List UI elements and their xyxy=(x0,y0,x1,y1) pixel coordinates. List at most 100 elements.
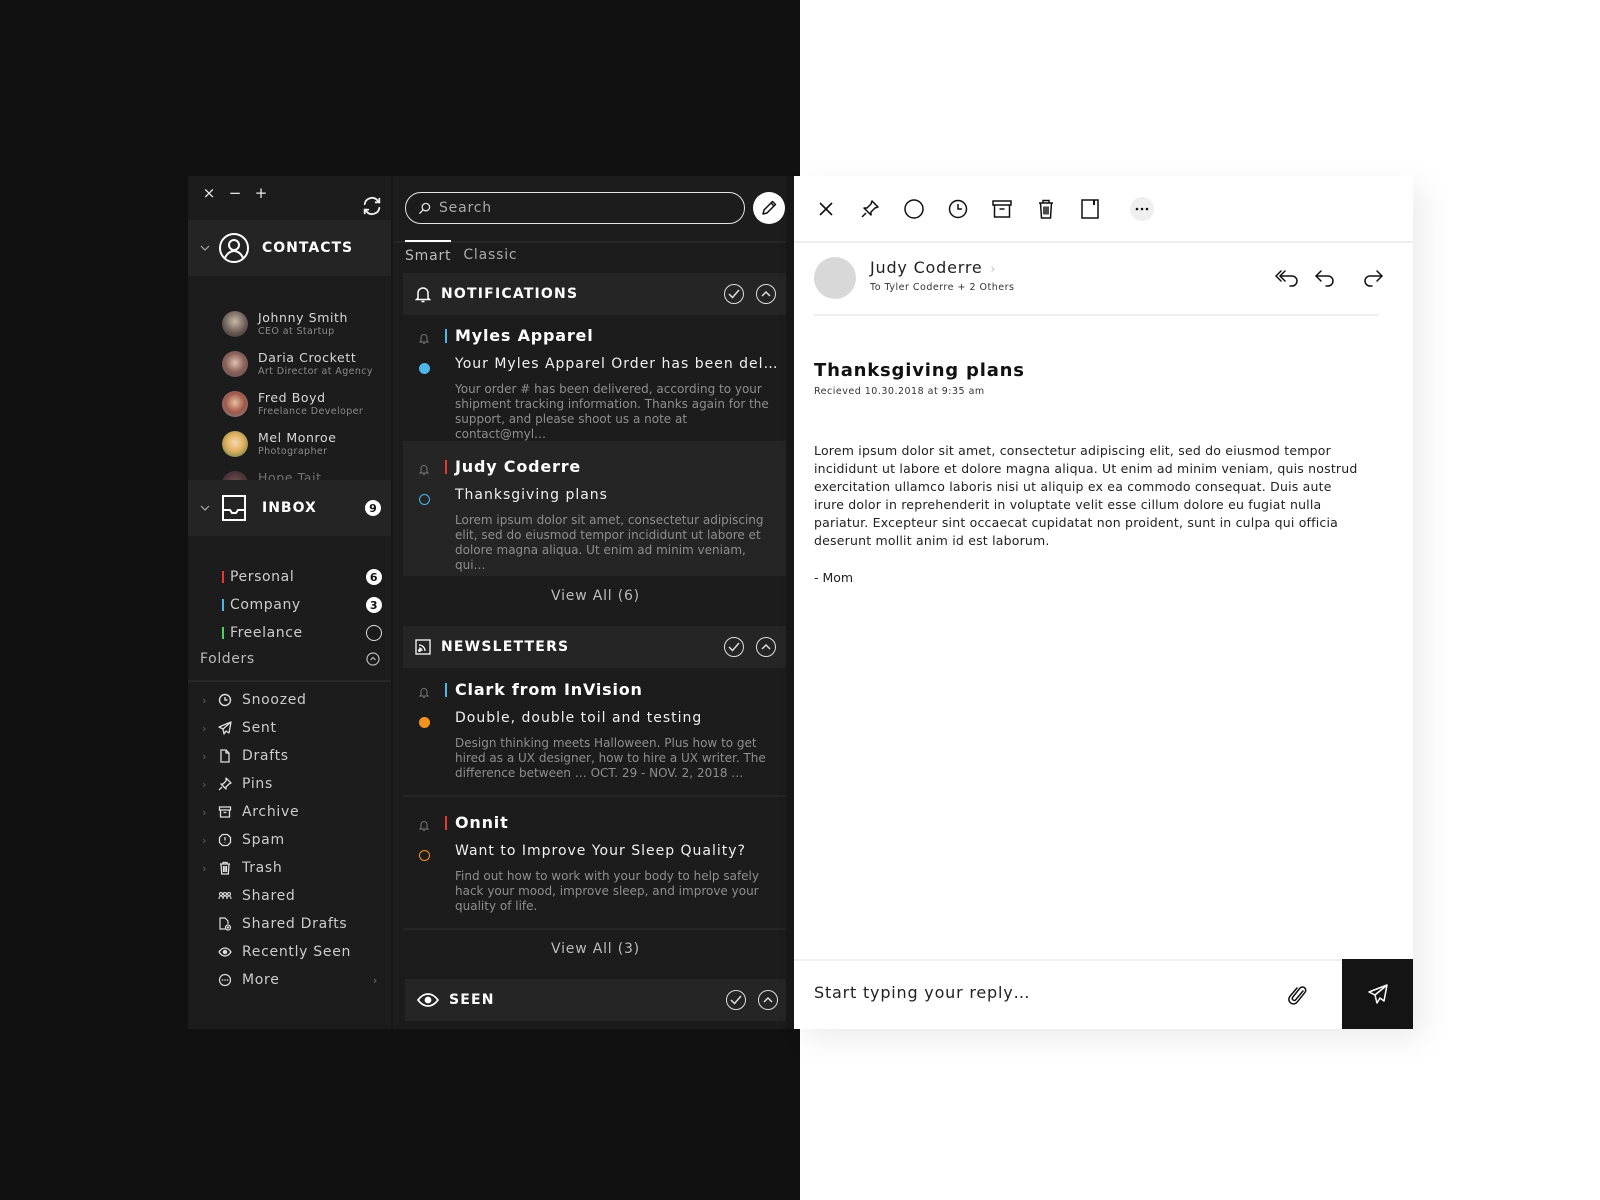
folder-recently-seen[interactable]: Recently Seen xyxy=(202,938,382,966)
close-message-button[interactable] xyxy=(814,197,838,221)
minimize-window-button[interactable]: − xyxy=(228,184,242,202)
mail-item[interactable]: Onnit Want to Improve Your Sleep Quality… xyxy=(403,813,786,923)
send-button[interactable] xyxy=(1342,959,1413,1029)
reply-composer xyxy=(794,959,1413,1029)
bell-icon xyxy=(419,334,429,344)
mail-item[interactable]: Clark from InVision Double, double toil … xyxy=(403,680,786,790)
chevron-right-icon: › xyxy=(990,262,997,276)
close-window-button[interactable]: × xyxy=(202,184,216,202)
mark-all-read-button[interactable] xyxy=(724,637,744,657)
mark-all-read-button[interactable] xyxy=(724,284,744,304)
clock-icon xyxy=(948,199,968,218)
collapse-group-button[interactable] xyxy=(756,637,776,657)
message-signature: - Mom xyxy=(814,570,854,585)
contact-item[interactable]: Fred Boyd Freelance Developer xyxy=(222,384,373,424)
pin-button[interactable] xyxy=(858,197,882,221)
folder-shared[interactable]: Shared xyxy=(202,882,382,910)
avatar xyxy=(222,311,248,337)
close-icon xyxy=(819,201,833,216)
maximize-window-button[interactable]: + xyxy=(254,184,268,202)
chevron-right-icon: › xyxy=(202,721,208,735)
folder-trash[interactable]: › Trash xyxy=(202,854,382,882)
unread-dot xyxy=(419,717,430,728)
folder-shared-drafts[interactable]: Shared Drafts xyxy=(202,910,382,938)
mark-all-read-button[interactable] xyxy=(726,990,746,1010)
move-to-folder-button[interactable] xyxy=(1078,197,1102,221)
mail-subject: Thanksgiving plans xyxy=(455,487,608,503)
more-options-button[interactable] xyxy=(1130,196,1154,221)
contacts-section-header[interactable]: CONTACTS xyxy=(188,220,391,276)
reading-pane: Judy Coderre › To Tyler Coderre + 2 Other… xyxy=(794,176,1413,1029)
mail-sender: Judy Coderre xyxy=(455,457,582,476)
refresh-button[interactable] xyxy=(361,195,383,217)
mail-item[interactable]: Myles Apparel Your Myles Apparel Order h… xyxy=(403,326,786,441)
group-title: NEWSLETTERS xyxy=(441,639,570,655)
inbox-count-badge: 9 xyxy=(365,500,381,516)
contact-name: Fred Boyd xyxy=(258,390,326,405)
mail-preview: Lorem ipsum dolor sit amet, consectetur … xyxy=(455,513,764,572)
view-all-notifications-link[interactable]: View All (6) xyxy=(403,588,786,604)
compose-button[interactable] xyxy=(753,192,785,224)
avatar xyxy=(222,431,248,457)
recipients[interactable]: To Tyler Coderre + 2 Others xyxy=(870,282,1014,293)
shared-document-icon xyxy=(219,917,232,931)
label-company[interactable]: Company 3 xyxy=(222,591,382,619)
folders-header[interactable]: Folders xyxy=(200,651,380,667)
label-name: Freelance xyxy=(230,625,303,641)
mark-unread-button[interactable] xyxy=(902,197,926,221)
reply-button[interactable] xyxy=(1313,266,1337,290)
chevron-up-circle-icon[interactable] xyxy=(366,652,380,666)
contact-item[interactable]: Daria Crockett Art Director at Agency xyxy=(222,344,373,384)
eye-icon xyxy=(218,947,232,957)
divider xyxy=(403,795,786,797)
tab-classic[interactable]: Classic xyxy=(463,241,517,264)
message-toolbar xyxy=(794,176,1413,241)
group-title: NOTIFICATIONS xyxy=(441,286,579,302)
attach-button[interactable] xyxy=(1288,985,1308,1007)
sender-name-link[interactable]: Judy Coderre › xyxy=(870,258,996,277)
clock-icon xyxy=(218,693,232,707)
label-name: Personal xyxy=(230,569,295,585)
tab-smart[interactable]: Smart xyxy=(405,240,452,264)
label-personal[interactable]: Personal 6 xyxy=(222,563,382,591)
search-input[interactable] xyxy=(439,200,719,216)
folder-spam[interactable]: › Spam xyxy=(202,826,382,854)
contact-role: Art Director at Agency xyxy=(258,366,373,377)
mail-subject: Want to Improve Your Sleep Quality? xyxy=(455,843,746,859)
folder-sent[interactable]: › Sent xyxy=(202,714,382,742)
mail-app: × − + CONTACTS Johnny Smith CEO at Startu… xyxy=(188,176,1413,1029)
pencil-icon xyxy=(762,200,777,215)
collapse-group-button[interactable] xyxy=(758,990,778,1010)
reply-input[interactable] xyxy=(814,983,1254,1002)
document-icon xyxy=(220,749,230,763)
inbox-section-header[interactable]: INBOX 9 xyxy=(188,480,391,536)
contact-item[interactable]: Johnny Smith CEO at Startup xyxy=(222,304,373,344)
folder-snoozed[interactable]: › Snoozed xyxy=(202,686,382,714)
divider xyxy=(403,928,786,930)
mail-item-selected[interactable]: Judy Coderre Thanksgiving plans Lorem ip… xyxy=(403,443,786,576)
folder-drafts[interactable]: › Drafts xyxy=(202,742,382,770)
snooze-button[interactable] xyxy=(946,197,970,221)
seen-group-header[interactable]: SEEN xyxy=(405,979,786,1021)
view-all-newsletters-link[interactable]: View All (3) xyxy=(403,941,786,957)
folder-pins[interactable]: › Pins xyxy=(202,770,382,798)
reply-all-button[interactable] xyxy=(1275,266,1299,290)
chevron-right-icon: › xyxy=(202,693,208,707)
folder-name: More xyxy=(242,972,280,988)
folder-archive[interactable]: › Archive xyxy=(202,798,382,826)
contact-name: Mel Monroe xyxy=(258,430,337,445)
notifications-group-header[interactable]: NOTIFICATIONS xyxy=(403,273,786,315)
avatar xyxy=(222,391,248,417)
label-freelance[interactable]: Freelance xyxy=(222,619,382,647)
forward-button[interactable] xyxy=(1361,266,1385,290)
folder-more[interactable]: More › xyxy=(202,966,382,994)
delete-button[interactable] xyxy=(1034,197,1058,221)
folder-name: Trash xyxy=(242,860,283,876)
archive-button[interactable] xyxy=(990,197,1014,221)
collapse-group-button[interactable] xyxy=(756,284,776,304)
search-box[interactable] xyxy=(405,192,745,224)
folder-name: Shared Drafts xyxy=(242,916,348,932)
newsletters-group-header[interactable]: NEWSLETTERS xyxy=(403,626,786,668)
user-circle-icon xyxy=(219,233,249,263)
contact-item[interactable]: Mel Monroe Photographer xyxy=(222,424,373,464)
